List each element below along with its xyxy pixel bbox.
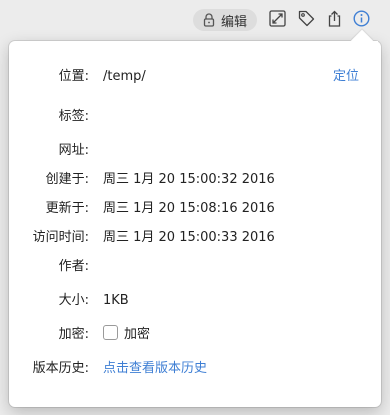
tag-button[interactable] [296, 10, 316, 30]
location-label: 位置: [58, 69, 89, 84]
locate-link[interactable]: 定位 [333, 66, 359, 88]
share-icon [326, 10, 343, 31]
location-row: 位置: /temp/ 定位 [0, 66, 390, 88]
info-button[interactable] [351, 9, 371, 31]
size-row: 大小: 1KB [0, 290, 390, 312]
history-row: 版本历史: 点击查看版本历史 [0, 358, 390, 380]
edit-label: 编辑 [220, 14, 247, 30]
accessed-value: 周三 1月 20 15:00:33 2016 [103, 230, 275, 245]
version-history-link[interactable]: 点击查看版本历史 [103, 358, 207, 380]
info-popover [9, 41, 381, 407]
updated-label: 更新于: [45, 201, 89, 216]
encrypt-label: 加密: [58, 327, 89, 342]
encrypt-checkbox[interactable] [103, 325, 118, 340]
info-icon [352, 9, 370, 31]
author-row: 作者: [0, 256, 390, 278]
expand-button[interactable] [267, 9, 287, 31]
share-button[interactable] [324, 10, 344, 30]
created-value: 周三 1月 20 15:00:32 2016 [103, 172, 275, 187]
accessed-label: 访问时间: [32, 230, 89, 245]
lock-icon [203, 13, 215, 27]
expand-icon [268, 9, 286, 31]
url-row: 网址: [0, 140, 390, 162]
tags-label: 标签: [58, 109, 89, 124]
created-label: 创建于: [45, 172, 89, 187]
edit-lock-button[interactable]: 编辑 [193, 9, 257, 31]
encrypt-row: 加密: 加密 [0, 324, 390, 346]
updated-row: 更新于: 周三 1月 20 15:08:16 2016 [0, 198, 390, 220]
location-value: /temp/ [103, 69, 146, 84]
url-label: 网址: [58, 143, 89, 158]
updated-value: 周三 1月 20 15:08:16 2016 [103, 201, 275, 216]
size-value: 1KB [103, 293, 129, 308]
accessed-row: 访问时间: 周三 1月 20 15:00:33 2016 [0, 227, 390, 249]
tags-row: 标签: [0, 106, 390, 128]
encrypt-checkbox-group[interactable]: 加密 [103, 324, 150, 346]
created-row: 创建于: 周三 1月 20 15:00:32 2016 [0, 169, 390, 191]
toolbar: 编辑 [0, 0, 390, 40]
history-label: 版本历史: [32, 361, 89, 376]
size-label: 大小: [58, 293, 89, 308]
tag-icon [298, 10, 315, 31]
author-label: 作者: [58, 259, 89, 274]
encrypt-checkbox-label: 加密 [124, 327, 151, 342]
